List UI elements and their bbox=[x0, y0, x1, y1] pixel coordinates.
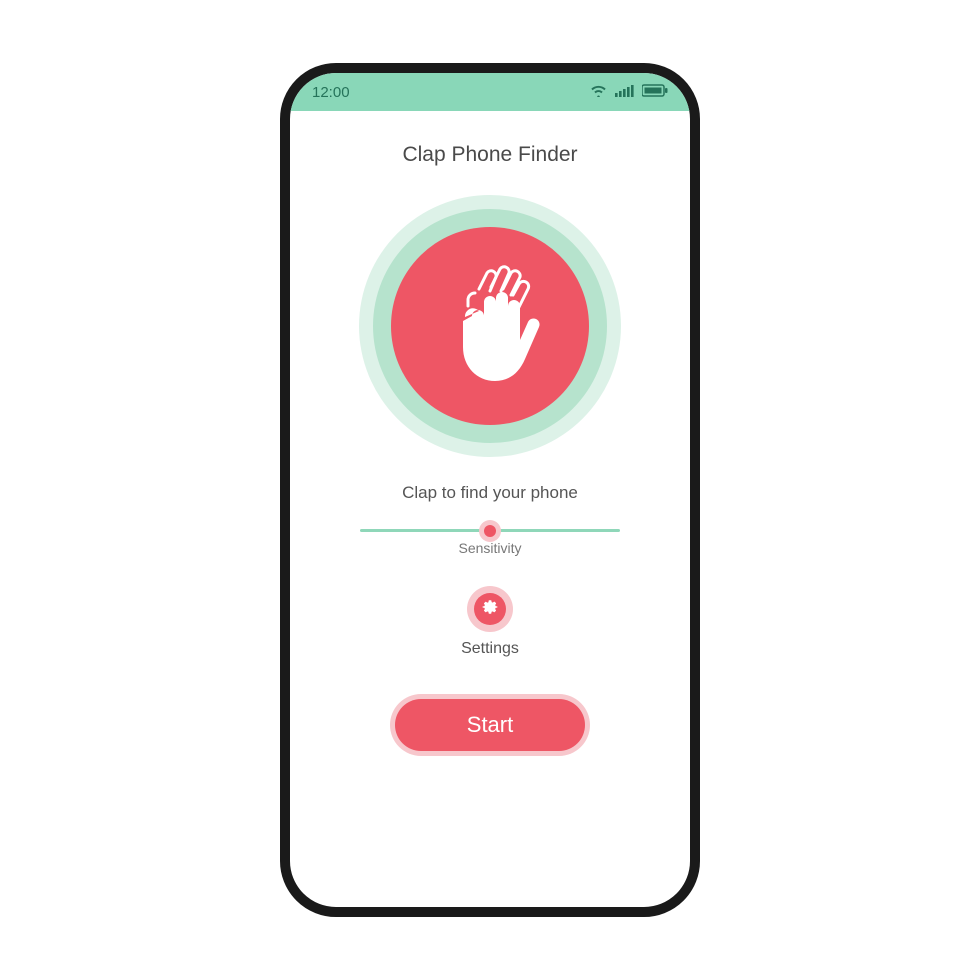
app-content: Clap Phone Finder bbox=[290, 111, 690, 907]
slider-thumb[interactable] bbox=[479, 520, 501, 542]
status-bar: 12:00 bbox=[290, 73, 690, 111]
clap-graphic bbox=[359, 195, 621, 457]
signal-icon bbox=[615, 84, 634, 101]
subtitle: Clap to find your phone bbox=[402, 483, 578, 503]
gear-icon bbox=[481, 598, 499, 621]
status-icons bbox=[590, 84, 668, 101]
phone-frame: 12:00 Clap Phone Finder bbox=[280, 63, 700, 917]
start-button[interactable]: Start bbox=[395, 699, 585, 751]
start-button-wrap: Start bbox=[390, 694, 590, 756]
settings-button[interactable] bbox=[467, 586, 513, 632]
wifi-icon bbox=[590, 84, 607, 101]
status-time: 12:00 bbox=[312, 84, 350, 101]
battery-icon bbox=[642, 84, 668, 101]
sensitivity-slider[interactable] bbox=[360, 529, 620, 532]
page-title: Clap Phone Finder bbox=[402, 143, 577, 167]
settings-label: Settings bbox=[461, 640, 519, 658]
clap-icon bbox=[425, 259, 555, 394]
sensitivity-label: Sensitivity bbox=[458, 540, 521, 556]
